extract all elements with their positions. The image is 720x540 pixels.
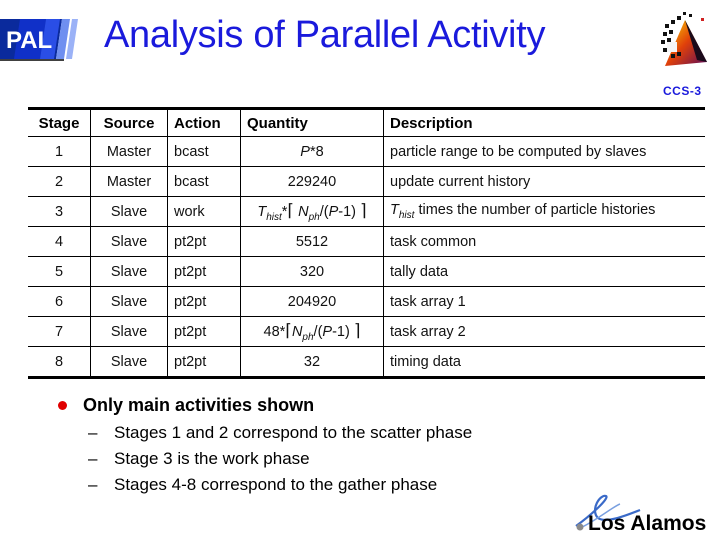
los-alamos-logo: Los Alamos: [575, 494, 706, 534]
cell-description: tally data: [383, 256, 705, 287]
stages-table: Stage Source Action Quantity Description…: [28, 107, 705, 379]
cell-quantity: 32: [240, 346, 384, 378]
dash-icon: –: [88, 449, 98, 468]
formula-minus1: -1): [332, 323, 350, 340]
formula-lceil: ⌈: [285, 320, 292, 340]
cell-quantity: 229240: [240, 166, 384, 197]
column-header-quantity: Quantity: [240, 108, 384, 137]
formula-rceil: ⌉: [353, 320, 361, 340]
sub-bullet-text: Stage 3 is the work phase: [114, 449, 310, 468]
cell-quantity: 5512: [240, 226, 384, 257]
formula-ph-sub: ph: [308, 211, 320, 223]
sub-bullet-text: Stages 1 and 2 correspond to the scatter…: [114, 423, 473, 442]
formula-times8: *8: [309, 143, 324, 160]
pal-logo-text: PAL: [6, 27, 52, 54]
formula-ph-sub: ph: [302, 331, 314, 343]
formula-48: 48*: [263, 323, 286, 340]
cell-action: pt2pt: [167, 286, 241, 317]
cell-source: Slave: [90, 346, 168, 378]
formula-slash: /(: [319, 203, 329, 220]
sub-bullet-list: – Stages 1 and 2 correspond to the scatt…: [88, 420, 472, 498]
cell-description: task array 1: [383, 286, 705, 317]
cell-action: pt2pt: [167, 346, 241, 378]
cell-stage: 6: [28, 286, 91, 317]
cell-action: pt2pt: [167, 226, 241, 257]
ccs-label: CCS-3: [663, 84, 702, 98]
desc-t: T: [390, 202, 399, 219]
table-row: 3 Slave work Thist*⌈ Nph/(P-1) ⌉ Thist t…: [28, 196, 705, 227]
formula-lceil: ⌈: [287, 200, 295, 220]
cell-action: pt2pt: [167, 316, 241, 347]
cell-quantity: 48*⌈Nph/(P-1) ⌉: [240, 316, 384, 347]
page-title: Analysis of Parallel Activity: [104, 14, 546, 56]
cell-description: timing data: [383, 346, 705, 378]
dash-icon: –: [88, 423, 98, 442]
desc-hist-sub: hist: [398, 209, 415, 221]
cell-quantity: 320: [240, 256, 384, 287]
formula-n: N: [298, 203, 309, 220]
cell-description: task common: [383, 226, 705, 257]
table-row: 7 Slave pt2pt 48*⌈Nph/(P-1) ⌉ task array…: [28, 316, 705, 347]
formula-p: P: [300, 143, 310, 160]
cell-stage: 7: [28, 316, 91, 347]
cell-description: Thist times the number of particle histo…: [383, 196, 705, 227]
cell-stage: 4: [28, 226, 91, 257]
cell-source: Master: [90, 136, 168, 167]
formula-hist-sub: hist: [266, 211, 282, 223]
dash-icon: –: [88, 475, 98, 494]
table-header-row: Stage Source Action Quantity Description: [28, 108, 705, 137]
sub-bullet: – Stages 1 and 2 correspond to the scatt…: [88, 420, 472, 446]
cell-source: Slave: [90, 316, 168, 347]
los-alamos-text: Los Alamos: [588, 512, 706, 534]
column-header-stage: Stage: [28, 108, 91, 137]
cell-quantity: 204920: [240, 286, 384, 317]
table-row: 1 Master bcast P*8 particle range to be …: [28, 136, 705, 167]
cell-quantity: Thist*⌈ Nph/(P-1) ⌉: [240, 196, 384, 227]
cell-description: particle range to be computed by slaves: [383, 136, 705, 167]
cell-stage: 1: [28, 136, 91, 167]
table-row: 4 Slave pt2pt 5512 task common: [28, 226, 705, 257]
formula-p: P: [328, 203, 339, 220]
table-row: 5 Slave pt2pt 320 tally data: [28, 256, 705, 287]
formula-minus1: -1): [338, 203, 356, 220]
cell-action: bcast: [167, 166, 241, 197]
formula-n: N: [291, 323, 303, 340]
column-header-source: Source: [90, 108, 168, 137]
bullet-dot-icon: [58, 401, 67, 410]
table-row: 2 Master bcast 229240 update current his…: [28, 166, 705, 197]
sub-bullet: – Stage 3 is the work phase: [88, 446, 472, 472]
cell-stage: 3: [28, 196, 91, 227]
column-header-action: Action: [167, 108, 241, 137]
notes-list: Only main activities shown – Stages 1 an…: [58, 395, 472, 498]
ccs-pyramid-logo: [661, 12, 707, 66]
cell-stage: 2: [28, 166, 91, 197]
cell-source: Slave: [90, 226, 168, 257]
cell-source: Slave: [90, 256, 168, 287]
cell-action: work: [167, 196, 241, 227]
cell-stage: 8: [54, 353, 64, 370]
cell-action: bcast: [167, 136, 241, 167]
cell-source: Slave: [90, 196, 168, 227]
table-row: 8 Slave pt2pt 32 timing data: [28, 346, 705, 378]
formula-t: T: [257, 203, 267, 220]
cell-description: update current history: [383, 166, 705, 197]
column-header-description: Description: [383, 108, 705, 137]
sub-bullet: – Stages 4-8 correspond to the gather ph…: [88, 472, 472, 498]
formula-rceil: ⌉: [360, 200, 367, 220]
desc-rest: times the number of particle histories: [414, 202, 656, 219]
pal-logo: PAL: [0, 19, 78, 61]
cell-stage: 5: [28, 256, 91, 287]
main-bullet-text: Only main activities shown: [83, 395, 315, 415]
cell-source: Master: [90, 166, 168, 197]
cell-quantity: P*8: [240, 136, 384, 167]
cell-description: task array 2: [383, 316, 705, 347]
cell-action: pt2pt: [167, 256, 241, 287]
sub-bullet-text: Stages 4-8 correspond to the gather phas…: [114, 475, 438, 494]
table-row: 6 Slave pt2pt 204920 task array 1: [28, 286, 705, 317]
formula-p: P: [322, 323, 333, 340]
main-bullet: Only main activities shown: [58, 395, 472, 416]
cell-source: Slave: [90, 286, 168, 317]
